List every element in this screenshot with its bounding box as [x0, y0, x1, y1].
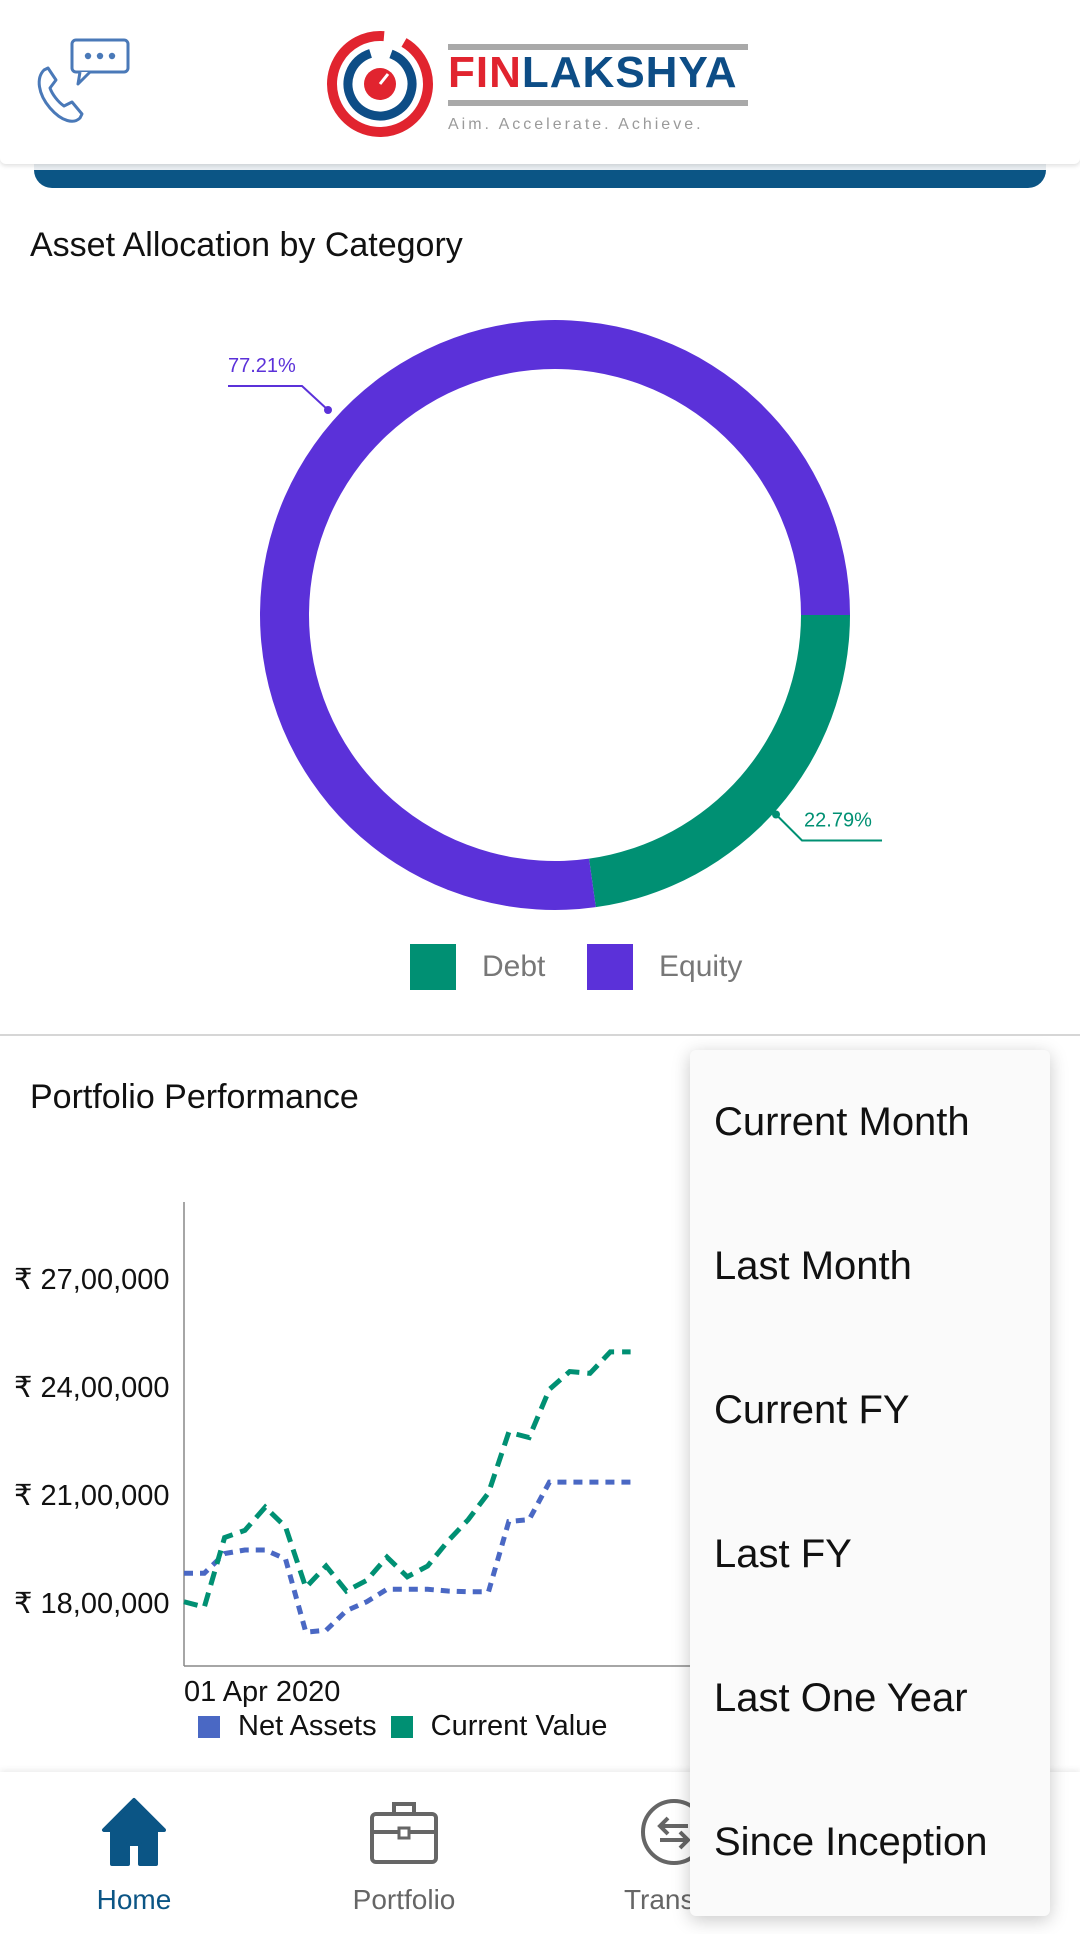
- x-tick-label: 01 Apr 2020: [184, 1676, 341, 1708]
- menu-item-last-one-year[interactable]: Last One Year: [690, 1626, 1050, 1770]
- legend-item-debt[interactable]: Debt: [410, 944, 545, 990]
- asset-allocation-donut-chart: 22.79% 77.21%: [228, 320, 883, 910]
- phone-chat-icon[interactable]: [34, 36, 134, 126]
- callout-line-equity: [228, 385, 329, 411]
- legend-item-equity[interactable]: Equity: [587, 944, 742, 990]
- legend-swatch-current-value: [390, 1715, 413, 1738]
- nav-home-label: Home: [96, 1884, 172, 1915]
- app-header: FINLAKSHYA Aim. Accelerate. Achieve.: [0, 0, 1080, 164]
- section-divider: [0, 1034, 1080, 1036]
- legend-label-equity: Equity: [659, 950, 743, 983]
- legend-swatch-debt: [410, 944, 456, 990]
- allocation-title: Asset Allocation by Category: [30, 226, 463, 264]
- brand-tagline: Aim. Accelerate. Achieve.: [448, 116, 704, 133]
- data-label-debt: 22.79%: [804, 809, 872, 831]
- performance-legend: Net Assets Current Value: [198, 1710, 621, 1743]
- nav-portfolio[interactable]: Portfolio: [304, 1772, 504, 1934]
- series-line-net-assets: [184, 1479, 631, 1635]
- data-label-equity: 77.21%: [228, 355, 296, 377]
- briefcase-icon: [370, 1802, 438, 1864]
- logo-bar-bottom: [448, 100, 748, 106]
- menu-item-last-fy[interactable]: Last FY: [690, 1482, 1050, 1626]
- menu-item-since-inception[interactable]: Since Inception: [690, 1770, 1050, 1914]
- donut-slice-debt[interactable]: [589, 615, 850, 908]
- finlakshya-logo: FINLAKSHYA Aim. Accelerate. Achieve.: [326, 28, 756, 140]
- home-icon: [102, 1798, 166, 1866]
- legend-label-debt: Debt: [482, 950, 546, 983]
- nav-portfolio-label: Portfolio: [352, 1884, 456, 1915]
- menu-item-current-fy[interactable]: Current FY: [690, 1338, 1050, 1482]
- menu-item-last-month[interactable]: Last Month: [690, 1194, 1050, 1338]
- legend-label-net-assets[interactable]: Net Assets: [238, 1710, 377, 1743]
- legend-swatch-net-assets: [198, 1715, 220, 1738]
- legend-swatch-equity: [587, 944, 633, 990]
- period-dropdown-menu: Current Month Last Month Current FY Last…: [690, 1050, 1050, 1916]
- allocation-legend: Debt Equity: [0, 944, 1080, 992]
- banner-strip: [34, 160, 1046, 188]
- brand-name: FINLAKSHYA: [448, 48, 738, 97]
- performance-title: Portfolio Performance: [30, 1078, 359, 1116]
- menu-item-current-month[interactable]: Current Month: [690, 1050, 1050, 1194]
- legend-label-current-value[interactable]: Current Value: [431, 1710, 608, 1743]
- nav-home[interactable]: Home: [34, 1772, 234, 1934]
- series-line-current-value: [183, 1349, 631, 1611]
- target-logo-icon: [327, 31, 433, 137]
